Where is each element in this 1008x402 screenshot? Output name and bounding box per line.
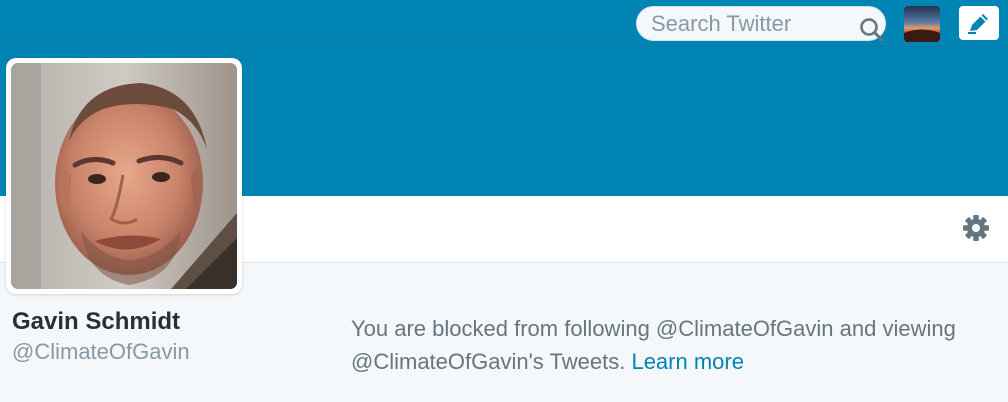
compose-tweet-button[interactable]: [959, 6, 999, 40]
profile-photo: [11, 63, 237, 289]
gear-icon[interactable]: [962, 214, 990, 242]
learn-more-link[interactable]: Learn more: [631, 349, 744, 374]
profile-avatar[interactable]: [6, 58, 242, 294]
search-icon[interactable]: [859, 17, 885, 43]
blocked-notice: You are blocked from following @ClimateO…: [351, 312, 991, 378]
profile-handle[interactable]: @ClimateOfGavin: [12, 339, 190, 365]
search-box[interactable]: [636, 6, 886, 43]
compose-tweet-icon: [968, 14, 988, 34]
profile-name[interactable]: Gavin Schmidt: [12, 308, 180, 336]
search-input[interactable]: [651, 11, 851, 37]
account-avatar[interactable]: [904, 6, 940, 42]
